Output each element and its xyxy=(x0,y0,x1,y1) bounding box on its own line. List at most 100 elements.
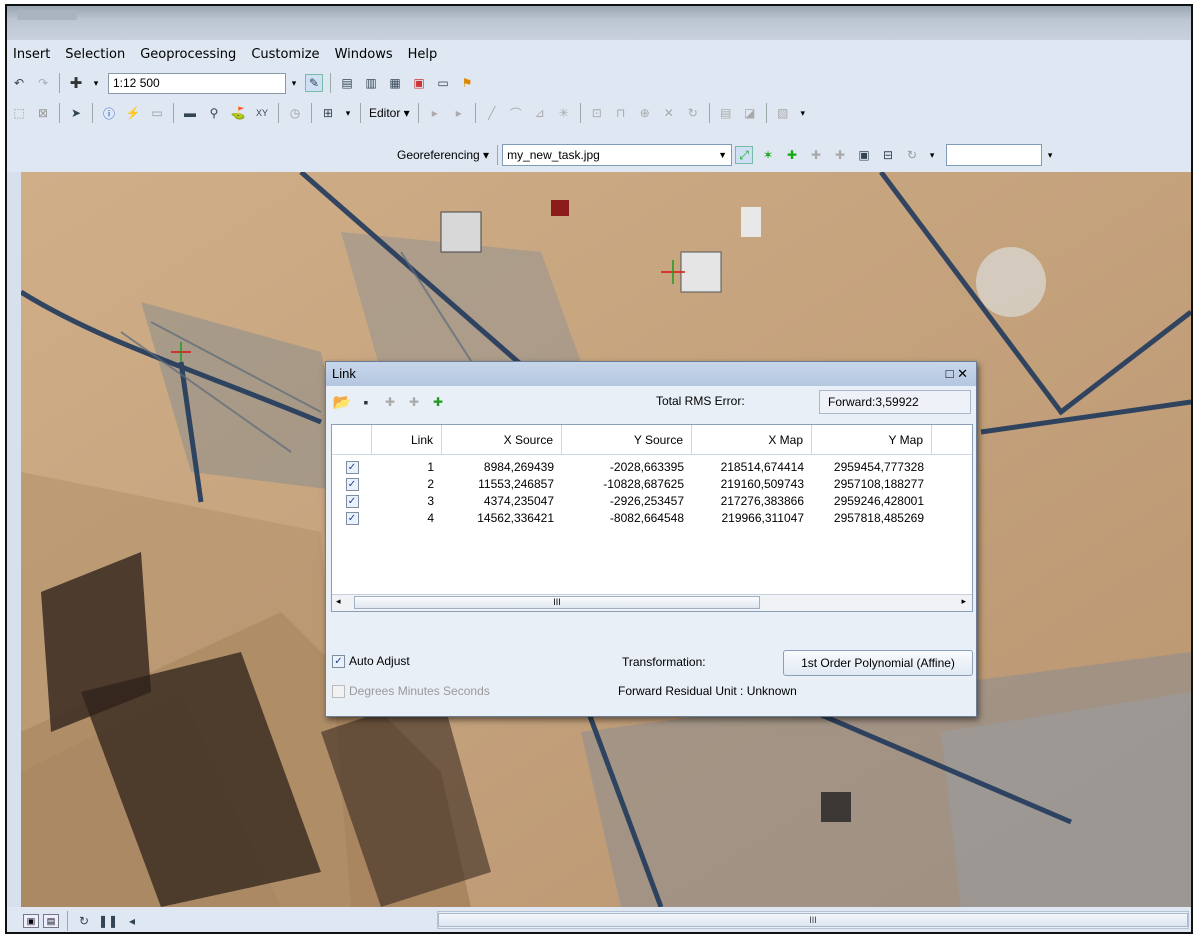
go-to-xy-icon[interactable]: XY xyxy=(253,104,271,122)
layer-dropdown[interactable]: my_new_task.jpg ▼ xyxy=(502,144,733,166)
redo-icon[interactable]: ↷ xyxy=(34,74,52,92)
python-window-icon[interactable]: ▭ xyxy=(434,74,452,92)
modelbuilder-icon[interactable]: ⚑ xyxy=(458,74,476,92)
georeferencing-menu[interactable]: Georeferencing ▾ xyxy=(397,148,489,162)
scroll-right-icon[interactable]: ▸ xyxy=(961,596,966,607)
identify-icon[interactable]: ⓘ xyxy=(100,104,118,122)
rotate-dropdown-icon[interactable]: ▾ xyxy=(924,150,940,161)
select-elements-icon[interactable]: ➤ xyxy=(67,104,85,122)
link-table-icon[interactable]: ⊟ xyxy=(879,146,897,164)
map-scale-input[interactable]: 1:12 500 xyxy=(108,72,286,94)
edit-tool-icon[interactable]: ▸ xyxy=(426,104,444,122)
refresh-icon[interactable]: ↻ xyxy=(75,912,93,930)
scale-dropdown-icon[interactable]: ▾ xyxy=(286,78,302,89)
scroll-left-icon[interactable]: ◂ xyxy=(336,596,341,607)
data-view-icon[interactable]: ▣ xyxy=(23,913,39,928)
menu-insert[interactable]: Insert xyxy=(13,47,50,62)
scroll-left-icon[interactable]: ◂ xyxy=(123,912,141,930)
attributes-icon[interactable]: ▤ xyxy=(717,104,735,122)
row-checkbox[interactable]: ✓ xyxy=(345,512,359,526)
add-data-dropdown-icon[interactable]: ▾ xyxy=(88,78,104,89)
find-route-icon[interactable]: ⛳ xyxy=(229,104,247,122)
editor-menu[interactable]: Editor ▾ xyxy=(365,106,414,120)
menu-help[interactable]: Help xyxy=(408,47,438,62)
map-scroll-thumb[interactable]: III xyxy=(438,913,1188,927)
table-row[interactable]: ✓ 1 8984,269439 -2028,663395 218514,6744… xyxy=(332,459,972,476)
table-of-contents-icon[interactable]: ▤ xyxy=(338,74,356,92)
add-control-points-icon[interactable]: ⤢ xyxy=(735,146,754,164)
menu-windows[interactable]: Windows xyxy=(335,47,393,62)
pause-drawing-icon[interactable]: ❚❚ xyxy=(98,912,118,930)
toolbar-overflow-icon[interactable]: ▾ xyxy=(340,108,356,119)
col-link[interactable]: Link xyxy=(372,425,442,454)
auto-registration-icon[interactable]: ✶ xyxy=(759,146,777,164)
auto-link-icon[interactable]: ✚ xyxy=(429,393,447,411)
menu-customize[interactable]: Customize xyxy=(251,47,319,62)
endpoint-arc-icon[interactable]: ⌒ xyxy=(507,104,525,122)
sketch-properties-icon[interactable]: ◪ xyxy=(741,104,759,122)
delete-link-icon[interactable]: ✚ xyxy=(831,146,849,164)
col-y-map[interactable]: Y Map xyxy=(812,425,932,454)
map-horizontal-scrollbar[interactable]: III xyxy=(437,911,1189,929)
open-folder-icon[interactable]: 📂 xyxy=(333,393,352,411)
straight-segment-icon[interactable]: ╱ xyxy=(483,104,501,122)
auto-adjust-checkbox[interactable]: ✓ xyxy=(332,655,345,669)
link-dialog-titlebar[interactable]: Link □ ✕ xyxy=(326,362,976,386)
arctoolbox-icon[interactable]: ▣ xyxy=(410,74,428,92)
editor-toolbar-icon[interactable]: ✎ xyxy=(305,74,323,92)
layout-view-icon[interactable]: ▤ xyxy=(43,913,59,928)
reshape-icon[interactable]: ⊓ xyxy=(612,104,630,122)
rms-error-label: Total RMS Error: xyxy=(656,394,745,408)
row-checkbox[interactable]: ✓ xyxy=(345,478,359,492)
undo-icon[interactable]: ↶ xyxy=(10,74,28,92)
col-check[interactable] xyxy=(332,425,372,454)
measure-icon[interactable]: ▬ xyxy=(181,104,199,122)
rotate-icon[interactable]: ↻ xyxy=(684,104,702,122)
rotate-tool-icon[interactable]: ↻ xyxy=(903,146,921,164)
find-icon[interactable]: ⚲ xyxy=(205,104,223,122)
menu-selection[interactable]: Selection xyxy=(65,47,125,62)
table-horizontal-scrollbar[interactable]: ◂ III ▸ xyxy=(332,594,972,611)
col-x-source[interactable]: X Source xyxy=(442,425,562,454)
georef-input[interactable] xyxy=(946,144,1043,166)
table-row[interactable]: ✓ 4 14562,336421 -8082,664548 219966,311… xyxy=(332,510,972,527)
edit-annotation-icon[interactable]: ▸ xyxy=(450,104,468,122)
clear-selection-icon[interactable]: ⊠ xyxy=(34,104,52,122)
menu-bar: Insert Selection Geoprocessing Customize… xyxy=(7,40,1191,68)
menu-geoprocessing[interactable]: Geoprocessing xyxy=(140,47,236,62)
row-checkbox[interactable]: ✓ xyxy=(345,495,359,509)
time-slider-icon[interactable]: ◷ xyxy=(286,104,304,122)
point-icon[interactable]: ✳ xyxy=(555,104,573,122)
hyperlink-icon[interactable]: ⚡ xyxy=(124,104,142,122)
create-features-icon[interactable]: ▧ xyxy=(774,104,792,122)
table-row[interactable]: ✓ 2 11553,246857 -10828,687625 219160,50… xyxy=(332,476,972,493)
table-row[interactable]: ✓ 3 4374,235047 -2926,253457 217276,3838… xyxy=(332,493,972,510)
auto-adjust-option[interactable]: ✓ Auto Adjust xyxy=(332,654,410,669)
georef-overflow-icon[interactable]: ▾ xyxy=(1042,150,1058,161)
zoom-to-selected-link-icon[interactable]: ✚ xyxy=(807,146,825,164)
viewer-window-icon[interactable]: ⊞ xyxy=(319,104,337,122)
select-features-icon[interactable]: ⬚ xyxy=(10,104,28,122)
html-popup-icon[interactable]: ▭ xyxy=(148,104,166,122)
add-link-icon[interactable]: ✚ xyxy=(381,393,399,411)
cut-polygons-icon[interactable]: ⊕ xyxy=(636,104,654,122)
add-data-icon[interactable]: ✚ xyxy=(67,74,85,92)
col-x-map[interactable]: X Map xyxy=(692,425,812,454)
edit-vertices-icon[interactable]: ⊡ xyxy=(588,104,606,122)
col-y-source[interactable]: Y Source xyxy=(562,425,692,454)
scroll-thumb[interactable]: III xyxy=(354,596,760,609)
catalog-icon[interactable]: ▥ xyxy=(362,74,380,92)
link-dialog-title: Link xyxy=(332,366,356,381)
window-controls[interactable]: □ ✕ xyxy=(946,362,968,386)
save-icon[interactable]: ▪ xyxy=(357,393,375,411)
delete-link-icon[interactable]: ✚ xyxy=(405,393,423,411)
search-window-icon[interactable]: ▦ xyxy=(386,74,404,92)
editor-overflow-icon[interactable]: ▾ xyxy=(795,108,811,119)
trace-icon[interactable]: ⊿ xyxy=(531,104,549,122)
row-checkbox[interactable]: ✓ xyxy=(345,461,359,475)
select-link-icon[interactable]: ✚ xyxy=(783,146,801,164)
residual-unit-label: Forward Residual Unit : Unknown xyxy=(618,684,797,698)
viewer-icon[interactable]: ▣ xyxy=(855,146,873,164)
transformation-dropdown[interactable]: 1st Order Polynomial (Affine) xyxy=(783,650,973,676)
delete-icon[interactable]: ✕ xyxy=(660,104,678,122)
